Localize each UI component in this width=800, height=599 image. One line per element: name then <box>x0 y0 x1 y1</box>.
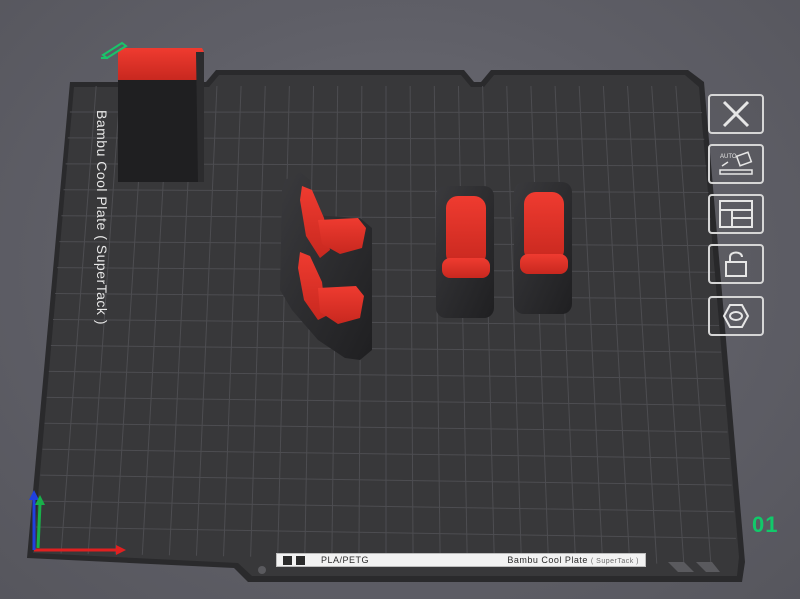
close-icon <box>722 100 750 128</box>
plate-type-sub: ( SuperTack ) <box>590 558 639 565</box>
plate-side-label: Bambu Cool Plate ( SuperTack ) <box>94 110 110 325</box>
svg-text:AUTO: AUTO <box>720 154 737 160</box>
seat-object-1[interactable] <box>436 186 494 318</box>
auto-orient-button[interactable]: AUTO <box>708 144 764 184</box>
plate-number[interactable]: 01 <box>752 512 778 538</box>
seat-object-2[interactable] <box>514 182 572 314</box>
close-plate-button[interactable] <box>708 94 764 134</box>
plate-info-bar[interactable]: PLA/PETG Bambu Cool Plate ( SuperTack ) <box>276 553 646 567</box>
build-plate-scene[interactable] <box>0 0 800 599</box>
grid-icon <box>283 555 292 565</box>
qr-icon <box>296 555 305 565</box>
arrange-button[interactable] <box>708 194 764 234</box>
plate-type-label: Bambu Cool Plate ( SuperTack ) <box>461 555 645 565</box>
arrange-icon <box>719 200 753 228</box>
plate-settings-button[interactable] <box>708 296 764 336</box>
auto-orient-icon: AUTO <box>719 151 753 175</box>
lock-button[interactable] <box>708 244 764 284</box>
box-object[interactable] <box>118 48 204 182</box>
hex-nut-icon <box>722 304 750 328</box>
filament-label: PLA/PETG <box>321 555 370 565</box>
plate-hole <box>258 566 266 574</box>
plate-type-name: Bambu Cool Plate <box>507 555 588 565</box>
lock-icon <box>725 251 747 277</box>
